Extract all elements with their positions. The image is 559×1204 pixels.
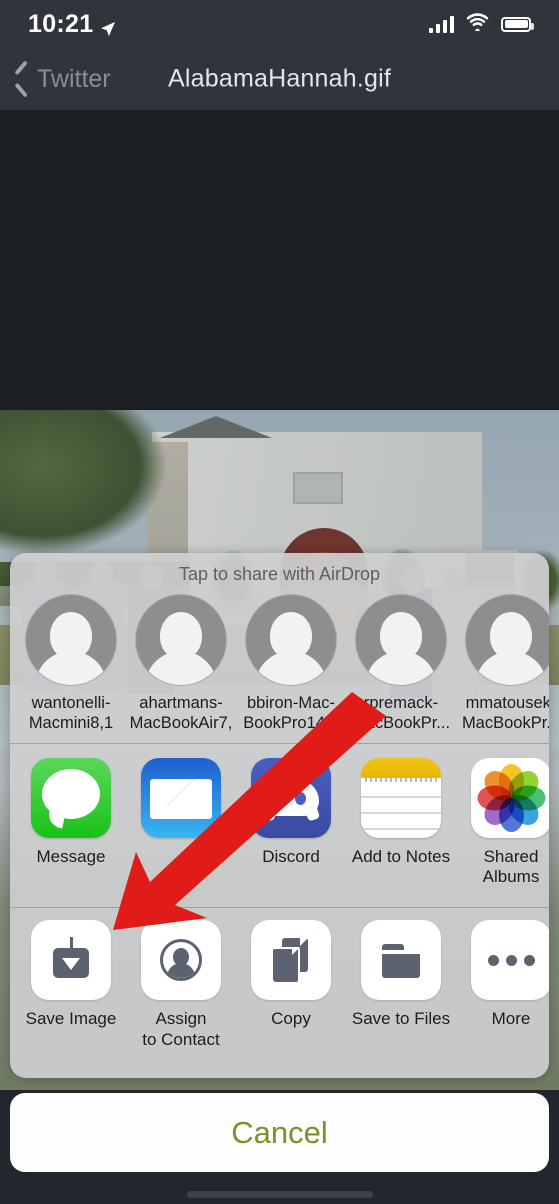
dark-content-area <box>0 110 559 410</box>
location-arrow-icon <box>100 15 116 36</box>
airdrop-contact[interactable]: rpremack- MacBookPr... <box>346 590 456 733</box>
action-assign-to-contact[interactable]: Assign to Contact <box>126 920 236 1050</box>
ellipsis-icon <box>471 920 549 1000</box>
airdrop-contact[interactable]: bbiron-Mac- BookPro14,1 <box>236 590 346 733</box>
page-title: AlabamaHannah.gif <box>168 64 391 93</box>
action-more[interactable]: More <box>456 920 549 1050</box>
airdrop-contact-label: bbiron-Mac- BookPro14,1 <box>243 694 339 732</box>
action-label: Save to Files <box>351 1009 451 1028</box>
cancel-button[interactable]: Cancel <box>10 1093 549 1172</box>
airdrop-contact[interactable]: wantonelli- Macmini8,1 <box>16 590 126 733</box>
airdrop-contact-label: wantonelli- Macmini8,1 <box>28 694 114 732</box>
home-indicator <box>186 1191 373 1198</box>
messages-app-icon <box>31 758 111 838</box>
person-silhouette-icon <box>25 594 117 686</box>
share-target-label: Shared Albums <box>482 847 540 886</box>
airdrop-contact-label: ahartmans- MacBookAir7, <box>129 694 233 732</box>
airdrop-row: wantonelli- Macmini8,1 ahartmans- MacBoo… <box>10 590 549 733</box>
navigation-bar: Twitter AlabamaHannah.gif <box>0 48 559 110</box>
notes-app-icon <box>361 758 441 838</box>
folder-icon <box>361 920 441 1000</box>
person-silhouette-icon <box>355 594 447 686</box>
discord-app-icon <box>251 758 331 838</box>
airdrop-contact[interactable]: ahartmans- MacBookAir7, <box>126 590 236 733</box>
airdrop-title: Tap to share with AirDrop <box>178 564 381 584</box>
action-save-to-files[interactable]: Save to Files <box>346 920 456 1050</box>
apps-row: Message Discord Add to Notes Shared Albu… <box>10 744 549 897</box>
action-label: Copy <box>271 1009 311 1028</box>
save-to-photos-icon <box>31 920 111 1000</box>
status-bar-left: 10:21 <box>28 10 116 39</box>
person-silhouette-icon <box>245 594 337 686</box>
wifi-icon <box>465 12 490 36</box>
share-target-shared-albums[interactable]: Shared Albums <box>456 758 549 887</box>
person-silhouette-icon <box>465 594 549 686</box>
share-target-notes[interactable]: Add to Notes <box>346 758 456 887</box>
photos-app-icon <box>471 758 549 838</box>
cancel-button-label: Cancel <box>231 1114 328 1150</box>
battery-full-icon <box>501 16 534 32</box>
share-target-discord[interactable]: Discord <box>236 758 346 887</box>
mail-app-icon <box>141 758 221 838</box>
airdrop-contact-label: mmatousek- MacBookPr... <box>461 694 549 732</box>
copy-icon <box>251 920 331 1000</box>
clock-time: 10:21 <box>28 9 94 38</box>
status-bar: 10:21 <box>0 0 559 48</box>
action-copy[interactable]: Copy <box>236 920 346 1050</box>
action-label: Assign to Contact <box>142 1009 220 1049</box>
share-target-label: Add to Notes <box>351 847 451 866</box>
phone-screen: 10:21 Twitter AlabamaHannah.gif Tap to s… <box>0 0 559 1204</box>
status-bar-right <box>428 12 534 36</box>
airdrop-contact-label: rpremack- MacBookPr... <box>351 694 451 732</box>
action-label: More <box>491 1009 531 1028</box>
share-target-label: Message <box>36 847 106 866</box>
share-target-mail[interactable] <box>126 758 236 887</box>
action-label: Save Image <box>25 1009 117 1028</box>
person-silhouette-icon <box>135 594 227 686</box>
cellular-signal-icon <box>428 15 454 33</box>
share-sheet: Tap to share with AirDrop wantonelli- Ma… <box>10 553 549 1078</box>
share-target-message[interactable]: Message <box>16 758 126 887</box>
airdrop-contact[interactable]: mmatousek- MacBookPr... <box>456 590 549 733</box>
action-save-image[interactable]: Save Image <box>16 920 126 1050</box>
assign-to-contact-icon <box>141 920 221 1000</box>
share-target-label: Discord <box>262 847 320 866</box>
actions-row: Save Image Assign to Contact Copy Save t… <box>10 908 549 1064</box>
